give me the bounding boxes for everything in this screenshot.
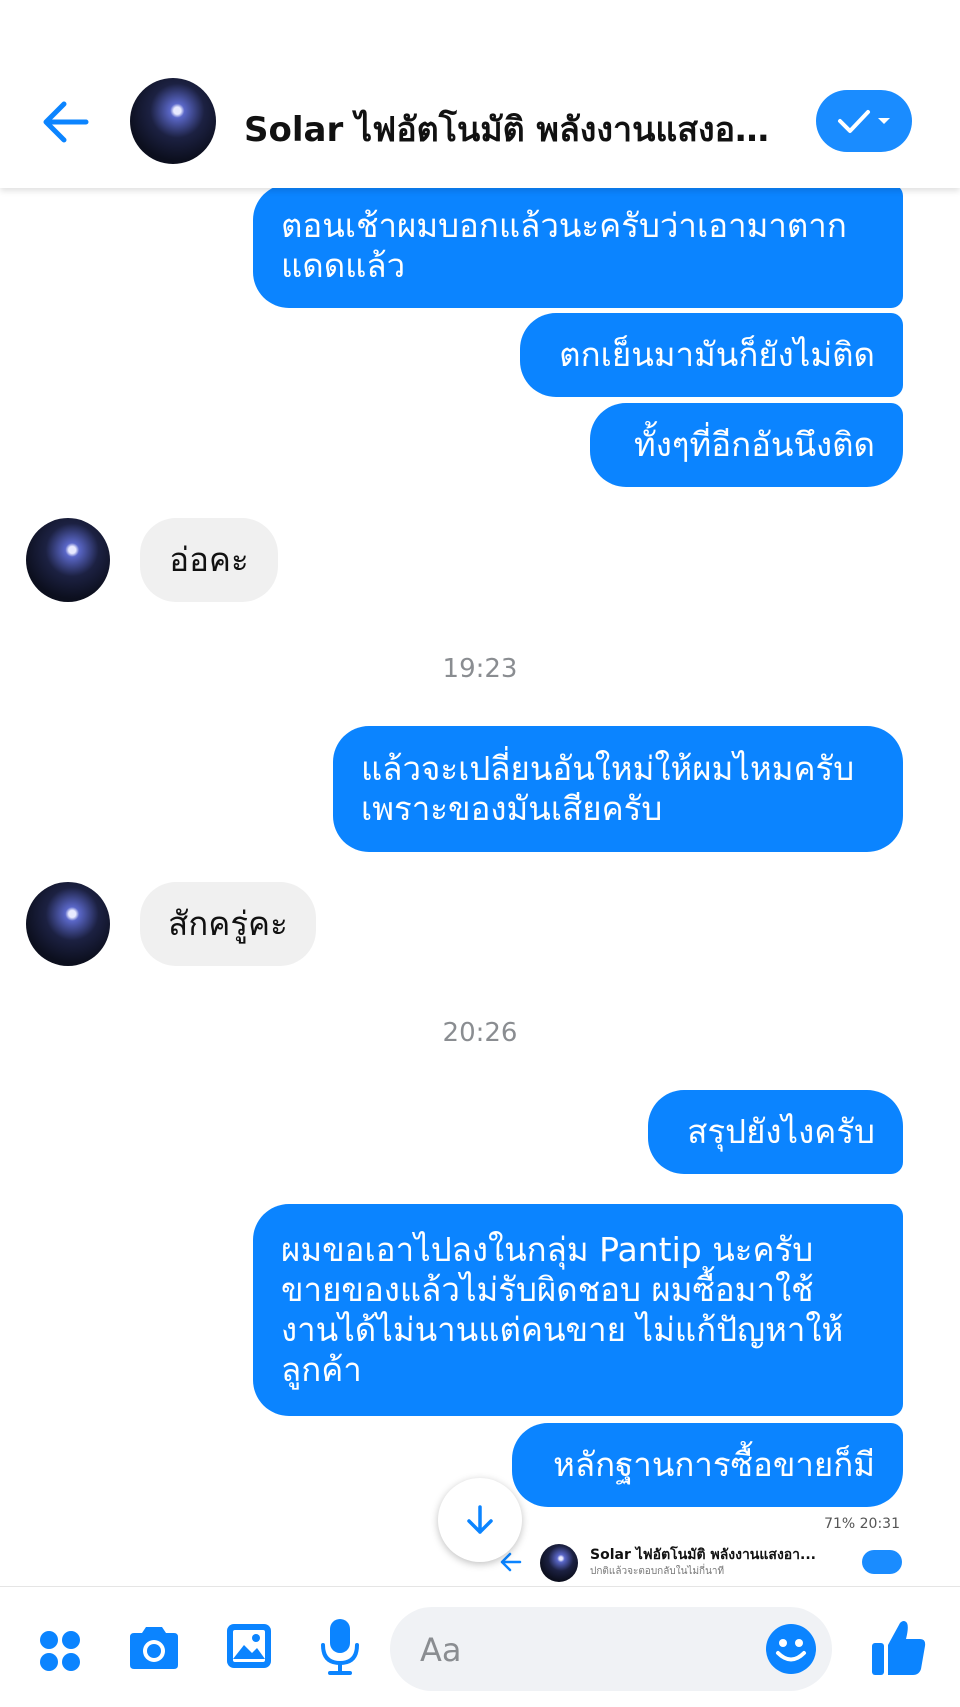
- message-text: สรุปยังไงครับ: [687, 1112, 875, 1151]
- message-bubble-outgoing[interactable]: ตอนเช้าผมบอกแล้วนะครับว่าเอามาตาก แดดแล้…: [253, 184, 903, 308]
- message-text: อ่อคะ: [169, 540, 249, 579]
- timestamp: 20:26: [442, 1018, 518, 1048]
- message-text: ขายของแล้วไม่รับผิดชอบ ผมซื้อมาใช้: [281, 1270, 814, 1309]
- message-bubble-outgoing[interactable]: ผมขอเอาไปลงในกลุ่ม Pantip นะครับ ขายของแ…: [253, 1204, 903, 1416]
- message-bubble-incoming[interactable]: อ่อคะ: [140, 518, 278, 602]
- conversation-header: Solar ไฟอัตโนมัติ พลังงานแสงอา...: [0, 0, 960, 188]
- message-bubble-outgoing[interactable]: สรุปยังไงครับ: [648, 1090, 903, 1174]
- preview-avatar: [540, 1544, 578, 1582]
- message-text: งานได้ไม่นานแต่คนขาย ไม่แก้ปัญหาให้: [281, 1310, 844, 1349]
- timestamp: 19:23: [442, 654, 518, 684]
- message-bubble-incoming[interactable]: สักครู่คะ: [140, 882, 316, 966]
- message-bubble-outgoing[interactable]: แล้วจะเปลี่ยนอันใหม่ให้ผมไหมครับ เพราะขอ…: [333, 726, 903, 852]
- message-bubble-outgoing[interactable]: ตกเย็นมามันก็ยังไม่ติด: [520, 313, 903, 397]
- message-text: ตกเย็นมามันก็ยังไม่ติด: [559, 335, 875, 374]
- preview-title: Solar ไฟอัตโนมัติ พลังงานแสงอา...: [590, 1547, 817, 1563]
- contact-avatar[interactable]: [130, 78, 216, 164]
- back-arrow-icon[interactable]: [36, 92, 96, 152]
- message-input[interactable]: [418, 1607, 752, 1693]
- message-text: ตอนเช้าผมบอกแล้วนะครับว่าเอามาตาก: [281, 206, 847, 245]
- message-text: แดดแล้ว: [281, 246, 406, 285]
- camera-icon[interactable]: [126, 1623, 182, 1673]
- message-bubble-outgoing[interactable]: ทั้งๆที่อีกอันนึงติด: [590, 403, 903, 487]
- contact-avatar[interactable]: [26, 882, 110, 966]
- status-check-button[interactable]: [816, 90, 912, 152]
- message-text: ลูกค้า: [281, 1350, 362, 1389]
- message-text: หลักฐานการซื้อขายก็มี: [553, 1445, 875, 1484]
- image-attachment-preview[interactable]: Solar ไฟอัตโนมัติ พลังงานแสงอา... ปกติแล…: [496, 1540, 906, 1584]
- contact-avatar[interactable]: [26, 518, 110, 602]
- emoji-icon[interactable]: [764, 1622, 818, 1676]
- contact-name[interactable]: Solar ไฟอัตโนมัติ พลังงานแสงอา...: [244, 102, 784, 156]
- preview-status-bar: 71% 20:31: [824, 1516, 900, 1532]
- preview-subtitle: ปกติแล้วจะตอบกลับในไม่กี่นาที: [590, 1566, 725, 1577]
- message-text: แล้วจะเปลี่ยนอันใหม่ให้ผมไหมครับ: [361, 749, 855, 788]
- message-text: ผมขอเอาไปลงในกลุ่ม Pantip นะครับ: [281, 1230, 814, 1269]
- apps-icon[interactable]: [38, 1629, 82, 1673]
- message-text: ทั้งๆที่อีกอันนึงติด: [633, 425, 875, 464]
- message-text: เพราะของมันเสียครับ: [361, 789, 663, 828]
- preview-check-icon: [862, 1550, 902, 1574]
- message-composer[interactable]: [390, 1607, 832, 1693]
- composer-bar: [0, 1586, 960, 1707]
- gallery-icon[interactable]: [224, 1621, 274, 1671]
- message-bubble-outgoing[interactable]: หลักฐานการซื้อขายก็มี: [512, 1423, 903, 1507]
- arrow-down-icon: [467, 1505, 493, 1534]
- scroll-to-bottom-button[interactable]: [438, 1478, 522, 1562]
- like-icon[interactable]: [870, 1617, 928, 1679]
- checkmark-icon: [838, 110, 890, 133]
- microphone-icon[interactable]: [318, 1617, 362, 1677]
- message-text: สักครู่คะ: [168, 904, 288, 943]
